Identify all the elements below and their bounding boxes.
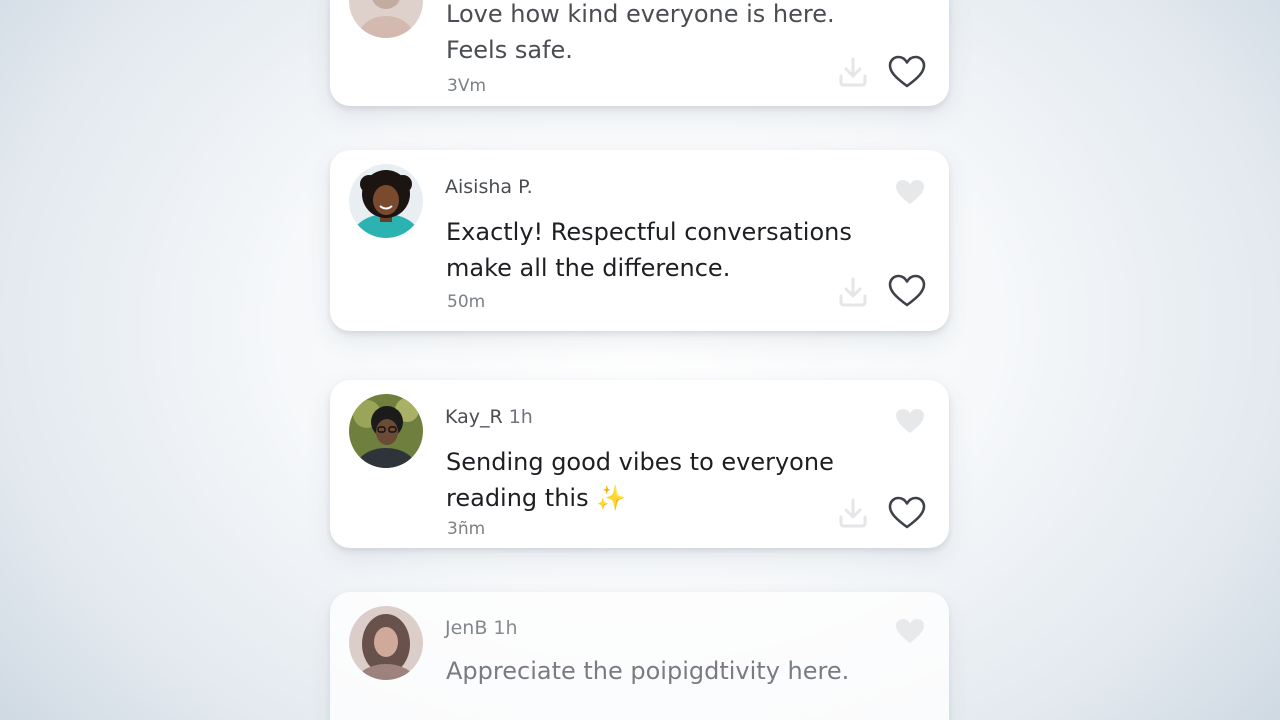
comment-header: Aisisha P. [445,176,533,198]
comment-feed: Love how kind everyone is here. Feels sa… [0,0,1280,720]
comment-age: 3ñm [447,519,486,539]
comment-author[interactable]: Kay_R [445,406,503,428]
heart-icon [894,178,926,206]
comment-header: JenB 1h [445,617,518,639]
comment-age: 50m [447,292,486,312]
comment-time: 1h [493,617,518,639]
download-icon[interactable] [835,274,871,310]
like-button[interactable] [888,496,926,530]
heart-icon [894,617,926,645]
comment-card: Aisisha P. Exactly! Respectful conversat… [330,150,949,331]
comment-card: Love how kind everyone is here. Feels sa… [330,0,949,106]
comment-author[interactable]: Aisisha P. [445,176,533,198]
heart-icon [894,407,926,435]
download-icon[interactable] [835,54,871,90]
comment-time: 1h [508,406,533,428]
heart-outline-icon [888,274,926,307]
avatar[interactable] [349,0,423,38]
like-button[interactable] [888,55,926,89]
comment-card: JenB 1h Appreciate the poipigdtivity here… [330,592,949,720]
like-button[interactable] [888,274,926,308]
comment-age: 3Vm [447,76,487,96]
comment-text: Appreciate the poipigdtivity here. [446,657,850,685]
download-icon[interactable] [835,495,871,531]
heart-outline-icon [888,496,926,529]
avatar[interactable] [349,164,423,238]
comment-card: Kay_R 1h Sending good vibes to everyone r… [330,380,949,548]
avatar[interactable] [349,394,423,468]
heart-outline-icon [888,55,926,88]
comment-author[interactable]: JenB [445,617,487,639]
avatar[interactable] [349,606,423,680]
comment-header: Kay_R 1h [445,406,533,428]
